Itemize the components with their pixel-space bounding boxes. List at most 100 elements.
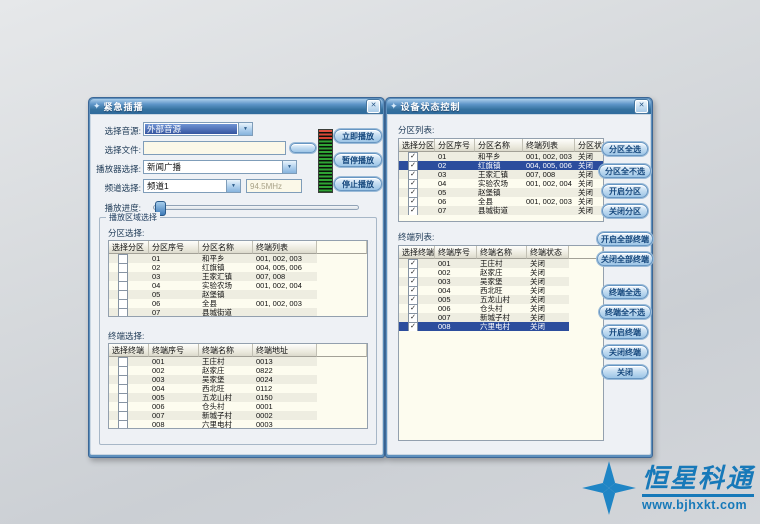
table-row[interactable]: 002赵家庄0822 xyxy=(109,366,367,375)
row-checkbox[interactable] xyxy=(118,254,128,263)
row-checkbox[interactable]: ✓ xyxy=(408,277,418,286)
table-row[interactable]: ✓006仓头村关闭 xyxy=(399,304,603,313)
table-row[interactable]: ✓04实验农场001, 002, 004关闭 xyxy=(399,179,603,188)
table-row[interactable]: 01和平乡001, 002, 003 xyxy=(109,254,367,263)
close-partition-button[interactable]: 关闭分区 xyxy=(602,204,648,218)
open-all-terminals-button[interactable]: 开启全部终端 xyxy=(597,232,653,246)
row-checkbox[interactable]: ✓ xyxy=(408,161,418,170)
row-checkbox[interactable] xyxy=(118,272,128,281)
row-checkbox[interactable] xyxy=(118,263,128,272)
table-row[interactable]: 003吴家堡0024 xyxy=(109,375,367,384)
table-row[interactable]: 06全县001, 002, 003 xyxy=(109,299,367,308)
close-terminal-button[interactable]: 关闭终端 xyxy=(602,345,648,359)
file-input[interactable] xyxy=(143,141,286,155)
browse-button[interactable] xyxy=(290,143,316,153)
table-row[interactable]: ✓008六里电村关闭 xyxy=(399,322,603,331)
table-cell: 001, 002, 003 xyxy=(523,197,575,206)
partition-select-all-button[interactable]: 分区全选 xyxy=(602,142,648,156)
table-row[interactable]: ✓004西北旺关闭 xyxy=(399,286,603,295)
titlebar-device-status-control[interactable]: ✦ 设备状态控制 ✕ xyxy=(387,99,651,114)
terminal-select-all-button[interactable]: 终端全选 xyxy=(602,285,648,299)
table-cell: 王家汇镇 xyxy=(199,272,253,281)
row-checkbox[interactable]: ✓ xyxy=(408,286,418,295)
row-checkbox[interactable] xyxy=(118,366,128,375)
row-checkbox[interactable]: ✓ xyxy=(408,206,418,215)
table-row[interactable]: 001王庄村0013 xyxy=(109,357,367,366)
chevron-down-icon[interactable]: ▼ xyxy=(226,180,240,192)
table-row[interactable]: ✓07县城街道关闭 xyxy=(399,206,603,215)
checkbox-cell xyxy=(109,366,149,375)
channel-dropdown[interactable]: 频道1 ▼ xyxy=(143,179,241,193)
audio-source-dropdown[interactable]: 外部音源 ▼ xyxy=(143,122,253,136)
table-row[interactable]: ✓01和平乡001, 002, 003关闭 xyxy=(399,152,603,161)
checkbox-cell xyxy=(109,411,149,420)
table-row[interactable]: ✓005五龙山村关闭 xyxy=(399,295,603,304)
row-checkbox[interactable] xyxy=(118,299,128,308)
row-checkbox[interactable] xyxy=(118,375,128,384)
table-cell: 红旗镇 xyxy=(199,263,253,272)
row-checkbox[interactable]: ✓ xyxy=(408,179,418,188)
chevron-down-icon[interactable]: ▼ xyxy=(282,161,296,173)
table-row[interactable]: 07县城街道 xyxy=(109,308,367,317)
titlebar-emergency-broadcast[interactable]: ✦ 紧急插播 ✕ xyxy=(90,99,383,114)
row-checkbox[interactable]: ✓ xyxy=(408,304,418,313)
table-cell: 王庄村 xyxy=(477,259,527,268)
terminal-deselect-all-button[interactable]: 终端全不选 xyxy=(599,305,651,319)
table-cell: 实验农场 xyxy=(475,179,523,188)
row-checkbox[interactable]: ✓ xyxy=(408,322,418,331)
table-row[interactable]: ✓06全县001, 002, 003关闭 xyxy=(399,197,603,206)
open-terminal-button[interactable]: 开启终端 xyxy=(602,325,648,339)
row-checkbox[interactable]: ✓ xyxy=(408,152,418,161)
row-checkbox[interactable]: ✓ xyxy=(408,197,418,206)
row-checkbox[interactable] xyxy=(118,393,128,402)
row-checkbox[interactable] xyxy=(118,402,128,411)
progress-slider[interactable] xyxy=(153,205,359,210)
row-checkbox[interactable] xyxy=(118,420,128,429)
row-checkbox[interactable] xyxy=(118,308,128,317)
play-now-button[interactable]: 立即播放 xyxy=(334,129,382,143)
open-partition-button[interactable]: 开启分区 xyxy=(602,184,648,198)
table-row[interactable]: ✓003吴家堡关闭 xyxy=(399,277,603,286)
table-cell: 红旗镇 xyxy=(475,161,523,170)
table-row[interactable]: 007新城子村0002 xyxy=(109,411,367,420)
table-row[interactable]: ✓05赵堡镇关闭 xyxy=(399,188,603,197)
pause-playback-button[interactable]: 暂停播放 xyxy=(334,153,382,167)
table-row[interactable]: ✓001王庄村关闭 xyxy=(399,259,603,268)
table-row[interactable]: ✓007新城子村关闭 xyxy=(399,313,603,322)
row-checkbox[interactable] xyxy=(118,281,128,290)
table-row[interactable]: ✓002赵家庄关闭 xyxy=(399,268,603,277)
row-checkbox[interactable] xyxy=(118,411,128,420)
row-checkbox[interactable] xyxy=(118,384,128,393)
row-checkbox[interactable] xyxy=(118,357,128,366)
table-row[interactable]: 04实验农场001, 002, 004 xyxy=(109,281,367,290)
table-row[interactable]: 005五龙山村0150 xyxy=(109,393,367,402)
player-dropdown[interactable]: 新闻广播 ▼ xyxy=(143,160,297,174)
table-row[interactable]: 006仓头村0001 xyxy=(109,402,367,411)
checkbox-cell xyxy=(109,254,149,263)
row-checkbox[interactable]: ✓ xyxy=(408,295,418,304)
partition-deselect-all-button[interactable]: 分区全不选 xyxy=(599,164,651,178)
close-window-button[interactable]: 关闭 xyxy=(602,365,648,379)
row-checkbox[interactable]: ✓ xyxy=(408,188,418,197)
table-cell-filler xyxy=(569,322,603,331)
row-checkbox[interactable]: ✓ xyxy=(408,170,418,179)
checkbox-cell: ✓ xyxy=(399,268,435,277)
table-cell: 001 xyxy=(435,259,477,268)
table-row[interactable]: 03王家汇镇007, 008 xyxy=(109,272,367,281)
table-row[interactable]: 05赵堡镇 xyxy=(109,290,367,299)
chevron-down-icon[interactable]: ▼ xyxy=(238,123,252,135)
close-icon[interactable]: ✕ xyxy=(367,100,380,113)
row-checkbox[interactable] xyxy=(118,290,128,299)
close-all-terminals-button[interactable]: 关闭全部终端 xyxy=(597,252,653,266)
table-row[interactable]: ✓03王家汇镇007, 008关闭 xyxy=(399,170,603,179)
table-row[interactable]: 008六里电村0003 xyxy=(109,420,367,429)
table-row[interactable]: ✓02红旗镇004, 005, 006关闭 xyxy=(399,161,603,170)
table-row[interactable]: 02红旗镇004, 005, 006 xyxy=(109,263,367,272)
row-checkbox[interactable]: ✓ xyxy=(408,268,418,277)
stop-playback-button[interactable]: 停止播放 xyxy=(334,177,382,191)
table-cell: 新城子村 xyxy=(477,313,527,322)
close-icon[interactable]: ✕ xyxy=(635,100,648,113)
table-row[interactable]: 004西北旺0112 xyxy=(109,384,367,393)
row-checkbox[interactable]: ✓ xyxy=(408,313,418,322)
row-checkbox[interactable]: ✓ xyxy=(408,259,418,268)
